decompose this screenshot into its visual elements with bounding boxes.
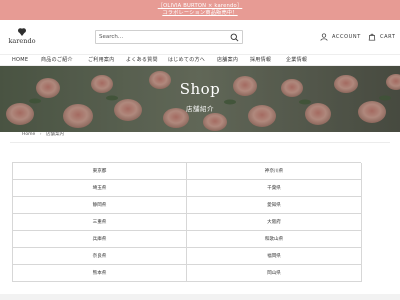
divider	[10, 142, 390, 143]
announcement-line-2[interactable]: コラボレーション商品販売中！	[0, 10, 400, 17]
hero-title: Shop	[179, 80, 221, 98]
cart-label: CART	[380, 34, 396, 40]
announcement-bar[interactable]: ［OLIVIA BURTON × karendo］ コラボレーション商品販売中！	[0, 0, 400, 20]
search-icon[interactable]	[230, 33, 239, 42]
main-nav: HOME 商品のご紹介 ご利用案内 よくある質問 はじめての方へ 店舗案内 採用…	[0, 54, 400, 66]
store-link[interactable]: 愛知県	[187, 197, 362, 214]
site-header: karendo ACCOUNT CART	[0, 20, 400, 54]
hero-banner: Shop 店舗紹介	[0, 66, 400, 132]
cart-icon	[368, 33, 376, 41]
nav-item-home[interactable]: HOME	[12, 56, 28, 65]
footer-strip	[0, 294, 400, 300]
store-link[interactable]: 熊本県	[13, 265, 187, 282]
nav-item-first-time[interactable]: はじめての方へ	[168, 56, 205, 65]
brand-name: karendo	[8, 37, 36, 45]
flower-logo-icon	[18, 28, 26, 36]
store-link[interactable]: 静岡県	[13, 197, 187, 214]
nav-item-faq[interactable]: よくある質問	[126, 56, 158, 65]
cart-link[interactable]: CART	[368, 32, 395, 42]
breadcrumb-separator: ›	[39, 132, 42, 137]
account-link[interactable]: ACCOUNT	[320, 32, 361, 42]
announcement-line-1[interactable]: ［OLIVIA BURTON × karendo］	[0, 3, 400, 10]
nav-item-products[interactable]: 商品のご紹介	[41, 56, 73, 65]
search-input[interactable]	[99, 32, 227, 42]
nav-item-guide[interactable]: ご利用案内	[88, 56, 115, 65]
store-link[interactable]: 千葉県	[187, 180, 362, 197]
hero-subtitle: 店舗紹介	[186, 105, 214, 113]
account-label: ACCOUNT	[332, 34, 361, 40]
breadcrumb: Home › 店舗案内	[22, 132, 64, 138]
search-box[interactable]	[95, 30, 243, 44]
breadcrumb-current: 店舗案内	[45, 132, 64, 137]
store-link[interactable]: 大阪府	[187, 214, 362, 231]
store-link[interactable]: 和歌山県	[187, 231, 362, 248]
store-link[interactable]: 三重県	[13, 214, 187, 231]
breadcrumb-home[interactable]: Home	[22, 132, 35, 137]
store-link[interactable]: 奈良県	[13, 248, 187, 265]
nav-item-shops[interactable]: 店舗案内	[217, 56, 238, 65]
store-link[interactable]: 神奈川県	[187, 163, 362, 180]
nav-item-recruit[interactable]: 採用情報	[250, 56, 271, 65]
store-link[interactable]: 東京都	[13, 163, 187, 180]
store-prefecture-grid: 東京都 神奈川県 埼玉県 千葉県 静岡県 愛知県 三重県 大阪府 兵庫県 和歌山…	[12, 162, 362, 282]
store-link[interactable]: 岡山県	[187, 265, 362, 282]
store-link[interactable]: 兵庫県	[13, 231, 187, 248]
brand-logo[interactable]: karendo	[6, 27, 38, 51]
user-icon	[320, 33, 328, 41]
roses-background-image	[0, 66, 400, 132]
store-link[interactable]: 福岡県	[187, 248, 362, 265]
nav-item-company[interactable]: 企業情報	[286, 56, 307, 65]
store-link[interactable]: 埼玉県	[13, 180, 187, 197]
